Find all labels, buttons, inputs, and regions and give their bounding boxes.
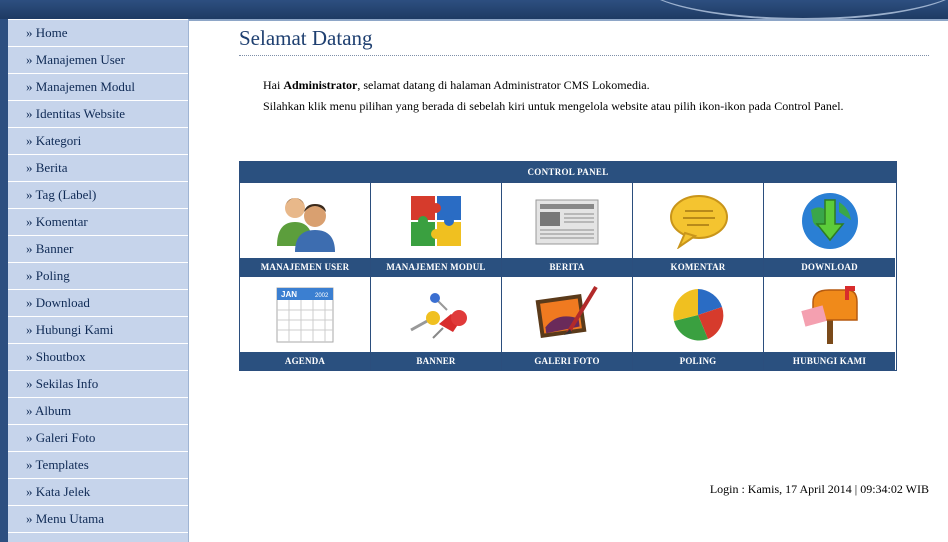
newspaper-icon	[502, 183, 632, 258]
sidebar-item-kategori[interactable]: » Kategori	[8, 128, 189, 155]
sidebar-item-manajemen-user[interactable]: » Manajemen User	[8, 47, 189, 74]
top-header-bar	[0, 0, 948, 21]
welcome-line-2: Silahkan klik menu pilihan yang berada d…	[263, 99, 844, 113]
cp-label: POLING	[633, 352, 763, 370]
cp-poling[interactable]: POLING	[633, 277, 764, 370]
cp-manajemen-user[interactable]: MANAJEMEN USER	[240, 183, 371, 277]
left-edge-strip	[0, 19, 8, 542]
sidebar-item-menu-utama[interactable]: » Menu Utama	[8, 506, 189, 533]
sidebar-item-identitas-website[interactable]: » Identitas Website	[8, 101, 189, 128]
cp-agenda[interactable]: JAN 2002 AGENDA	[240, 277, 371, 370]
sidebar-item-poling[interactable]: » Poling	[8, 263, 189, 290]
globe-download-icon	[764, 183, 895, 258]
cp-galeri-foto[interactable]: GALERI FOTO	[502, 277, 633, 370]
sidebar-menu: » Home » Manajemen User » Manajemen Modu…	[8, 19, 189, 542]
picture-brush-icon	[502, 277, 632, 352]
sidebar-item-shoutbox[interactable]: » Shoutbox	[8, 344, 189, 371]
speech-bubble-icon	[633, 183, 763, 258]
page-title: Selamat Datang	[239, 26, 929, 56]
calendar-month: JAN	[281, 290, 297, 299]
welcome-message: Hai Administrator, selamat datang di hal…	[263, 75, 923, 117]
cp-label: BERITA	[502, 258, 632, 276]
cp-hubungi-kami[interactable]: HUBUNGI KAMI	[764, 277, 895, 370]
sidebar-divider	[188, 19, 189, 542]
cp-berita[interactable]: BERITA	[502, 183, 633, 277]
cp-label: MANAJEMEN MODUL	[371, 258, 501, 276]
cp-label: AGENDA	[240, 352, 370, 370]
sidebar-item-galeri-foto[interactable]: » Galeri Foto	[8, 425, 189, 452]
header-decoration	[638, 0, 948, 19]
sidebar-item-tag[interactable]: » Tag (Label)	[8, 182, 189, 209]
cp-banner[interactable]: BANNER	[371, 277, 502, 370]
sidebar-item-templates[interactable]: » Templates	[8, 452, 189, 479]
cp-label: HUBUNGI KAMI	[764, 352, 895, 370]
control-panel-row: MANAJEMEN USER MANAJEMEN MODUL BERITA KO…	[240, 183, 896, 277]
welcome-line-1-rest: , selamat datang di halaman Administrato…	[357, 78, 650, 92]
pie-chart-icon	[633, 277, 763, 352]
cp-komentar[interactable]: KOMENTAR	[633, 183, 764, 277]
mailbox-icon	[764, 277, 895, 352]
users-icon	[240, 183, 370, 258]
control-panel: CONTROL PANEL MANAJEMEN USER MANAJEMEN M…	[239, 161, 897, 371]
cp-label: MANAJEMEN USER	[240, 258, 370, 276]
sidebar-item-hubungi-kami[interactable]: » Hubungi Kami	[8, 317, 189, 344]
sidebar-item-berita[interactable]: » Berita	[8, 155, 189, 182]
calendar-year: 2002	[315, 293, 329, 299]
welcome-line-1: Hai Administrator, selamat datang di hal…	[263, 75, 923, 96]
sidebar-item-kata-jelek[interactable]: » Kata Jelek	[8, 479, 189, 506]
sidebar-item-komentar[interactable]: » Komentar	[8, 209, 189, 236]
sidebar-item-download[interactable]: » Download	[8, 290, 189, 317]
sidebar-item-sekilas-info[interactable]: » Sekilas Info	[8, 371, 189, 398]
cp-label: KOMENTAR	[633, 258, 763, 276]
cp-manajemen-modul[interactable]: MANAJEMEN MODUL	[371, 183, 502, 277]
sidebar-item-banner[interactable]: » Banner	[8, 236, 189, 263]
calendar-icon: JAN 2002	[240, 277, 370, 352]
cp-label: DOWNLOAD	[764, 258, 895, 276]
control-panel-row: JAN 2002 AGENDA BANNER GALERI FOTO POLIN…	[240, 277, 896, 370]
cp-download[interactable]: DOWNLOAD	[764, 183, 895, 277]
pushpin-icon	[371, 277, 501, 352]
puzzle-icon	[371, 183, 501, 258]
sidebar-item-home[interactable]: » Home	[8, 19, 189, 47]
welcome-greeting: Hai	[263, 78, 284, 92]
welcome-username: Administrator	[283, 78, 358, 92]
cp-label: BANNER	[371, 352, 501, 370]
sidebar-item-album[interactable]: » Album	[8, 398, 189, 425]
cp-label: GALERI FOTO	[502, 352, 632, 370]
sidebar-item-manajemen-modul[interactable]: » Manajemen Modul	[8, 74, 189, 101]
login-info: Login : Kamis, 17 April 2014 | 09:34:02 …	[709, 482, 929, 496]
control-panel-title: CONTROL PANEL	[240, 162, 896, 183]
